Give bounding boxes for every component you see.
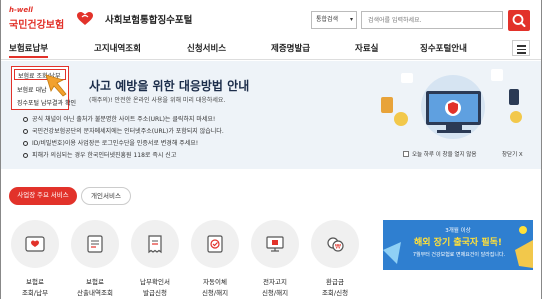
service-auto-transfer[interactable]: 자동이체 신청/해지 (191, 220, 239, 299)
coins-icon: ₩ (327, 237, 344, 252)
security-notice-banner: 사고 예방을 위한 대응방법 안내 (해주의)! 안전한 온라인 사용을 위해 … (1, 61, 541, 169)
site-logo[interactable]: h-well 국민건강보험 (9, 6, 94, 32)
heart-logo-icon (77, 12, 93, 25)
document-list-icon (87, 235, 103, 253)
search-input[interactable] (361, 11, 503, 29)
nav-item-application-services[interactable]: 신청서비스 (187, 42, 226, 54)
main-nav: 보험료납부 고지내역조회 신청서비스 제증명발급 자료실 징수포털안내 (1, 38, 541, 60)
banner-bullet: 피해가 의심되는 경우 한국인터넷진흥원 118로 즉시 신고 (23, 150, 224, 162)
menu-icon[interactable] (512, 40, 530, 56)
service-label-line1: 환급금 (326, 278, 344, 286)
monitor-icon (266, 236, 284, 252)
service-icon-circle (71, 220, 119, 268)
service-premium-inquiry[interactable]: 보험료 조회/납부 (11, 220, 59, 299)
banner-bullet: 공식 채널이 아닌 출처가 불분명한 사이트 주소(URL)는 클릭하지 마세요… (23, 114, 224, 126)
search-icon (512, 14, 526, 27)
search-scope-value: 통합검색 (316, 16, 339, 23)
banner-title: 사고 예방을 위한 대응방법 안내 (89, 79, 250, 93)
no-show-today-label: 오늘 하루 이 창을 열지 않음 (412, 152, 477, 158)
pointer-arrow-icon (45, 74, 67, 97)
nav-item-premium-payment[interactable]: 보험료납부 (9, 42, 49, 58)
service-premium-breakdown[interactable]: 보험료 산출내역조회 (71, 220, 119, 299)
ad-headline: 해외 장기 출국자 필독! (413, 238, 503, 248)
banner-bullet: ID/비밀번호)이용 사업장은 로그인수단을 인증서로 변경해 주세요! (23, 138, 224, 150)
check-document-icon (207, 235, 223, 253)
banner-close-button[interactable]: 창닫기 X (502, 150, 523, 158)
page: h-well 국민건강보험 사회보험통합징수포털 통합검색 ▾ 보험료납부 고지… (0, 0, 542, 299)
logo-tagline: h-well (9, 6, 33, 14)
service-icon-circle (191, 220, 239, 268)
service-refund[interactable]: ₩ 환급금 조회/신청 (311, 220, 359, 299)
banner-bullet: 국민건강보험공단의 문자메세지에는 인터넷주소(URL)가 포함되지 않습니다. (23, 126, 224, 138)
banner-subtitle: (해주의)! 안전한 온라인 사용을 위해 미리 대응하세요. (89, 97, 226, 104)
banner-bullet-list: 공식 채널이 아닌 출처가 불분명한 사이트 주소(URL)는 클릭하지 마세요… (23, 114, 224, 162)
service-icon-circle (251, 220, 299, 268)
tab-business-services[interactable]: 사업장 주요 서비스 (9, 187, 77, 205)
svg-text:₩: ₩ (335, 244, 341, 251)
checkbox-icon (403, 151, 409, 157)
chevron-down-icon: ▾ (349, 16, 353, 23)
receipt-icon (148, 235, 162, 254)
service-icon-circle (131, 220, 179, 268)
nav-item-portal-info[interactable]: 징수포털안내 (420, 42, 467, 54)
portal-title[interactable]: 사회보험통합징수포털 (105, 12, 192, 26)
header: h-well 국민건강보험 사회보험통합징수포털 통합검색 ▾ (1, 0, 541, 38)
search-button[interactable] (508, 10, 530, 31)
service-icon-circle: ₩ (311, 220, 359, 268)
id-card-icon (25, 236, 45, 252)
ad-line1: 3개월 이상 (445, 228, 471, 234)
tab-personal-services[interactable]: 개인서비스 (81, 187, 131, 205)
service-icon-circle (11, 220, 59, 268)
ad-line3: 7월부터 건강보험료 면제요건이 달라집니다. (412, 252, 506, 258)
search-scope-select[interactable]: 통합검색 ▾ (311, 11, 357, 29)
security-illustration (381, 69, 522, 139)
logo-text: 국민건강보험 (9, 20, 65, 31)
overseas-notice-ad[interactable]: 3개월 이상 해외 장기 출국자 필독! 7월부터 건강보험료 면제요건이 달라… (383, 220, 533, 270)
service-payment-certificate[interactable]: 납부확인서 발급신청 (131, 220, 179, 299)
service-label-line2: 조회/신청 (321, 289, 349, 297)
no-show-today-checkbox[interactable]: 오늘 하루 이 창을 열지 않음 (403, 150, 476, 158)
nav-item-certificates[interactable]: 제증명발급 (271, 42, 310, 54)
service-electronic-notice[interactable]: 전자고지 신청/해지 (251, 220, 299, 299)
nav-item-notice-history[interactable]: 고지내역조회 (94, 42, 141, 54)
nav-item-resources[interactable]: 자료실 (355, 42, 378, 54)
